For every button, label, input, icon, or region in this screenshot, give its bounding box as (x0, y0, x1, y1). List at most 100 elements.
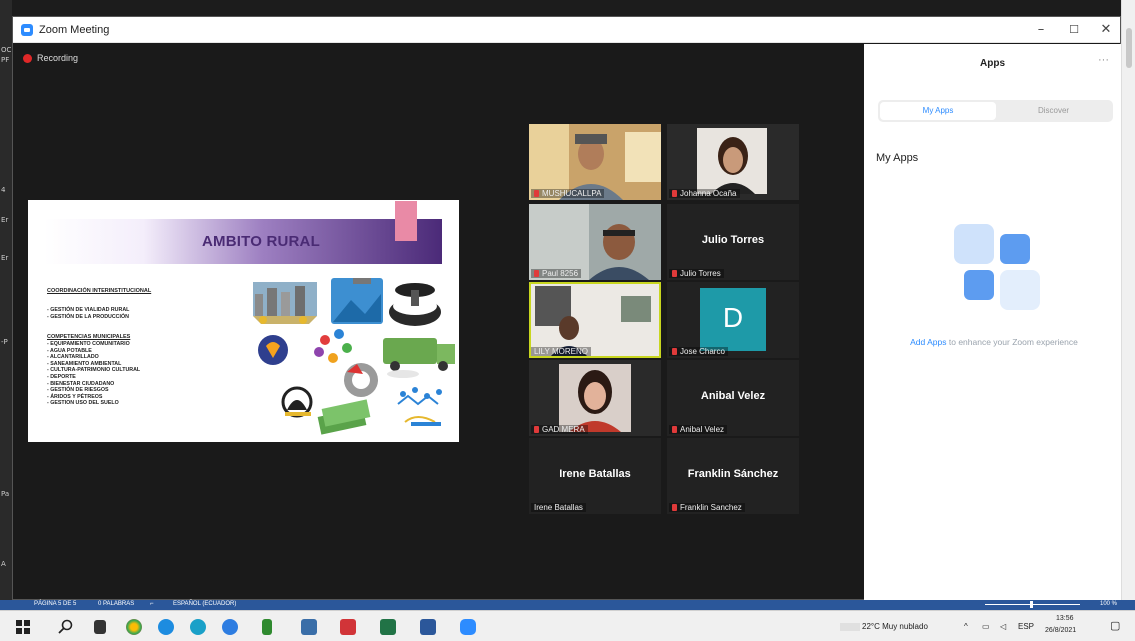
slide-list-1: - GESTIÓN DE VIALIDAD RURAL - GESTIÓN DE… (47, 307, 130, 320)
participant-tile[interactable]: Franklin Sánchez Franklin Sanchez (667, 438, 799, 514)
participant-tile[interactable]: Irene Batallas Irene Batallas (529, 438, 661, 514)
mic-muted-icon (534, 426, 539, 433)
pdf-icon[interactable] (340, 619, 356, 635)
file-explorer-icon[interactable] (94, 620, 106, 634)
tray-chevron-icon[interactable]: ^ (964, 622, 968, 631)
slide-decoration (395, 201, 417, 241)
apps-tab-switcher: My Apps Discover (878, 100, 1113, 122)
recycle-icon (344, 363, 378, 397)
participant-tile[interactable]: Johanna Ocaña (667, 124, 799, 200)
word-icon[interactable] (420, 619, 436, 635)
add-apps-link[interactable]: Add Apps (910, 337, 946, 347)
search-icon[interactable] (58, 619, 74, 635)
more-options-icon[interactable]: ··· (1098, 54, 1109, 66)
background-scrollbar[interactable] (1121, 0, 1135, 600)
window-title: Zoom Meeting (39, 24, 110, 36)
participant-name-label: Paul 8256 (531, 269, 582, 278)
proofing-icon[interactable]: ⌐ (150, 601, 154, 607)
word-status-bar: PÁGINA 5 DE 5 0 PALABRAS ⌐ ESPAÑOL (ECUA… (0, 600, 1135, 610)
edge-browser-icon[interactable] (190, 619, 206, 635)
participant-name: Anibal Velez (700, 390, 766, 402)
clock-time[interactable]: 13:56 (1056, 615, 1074, 622)
volume-icon[interactable]: ◁ (1000, 622, 1006, 631)
chrome-alt-icon[interactable] (222, 619, 238, 635)
participant-name-label: Franklin Sanchez (669, 503, 745, 512)
participant-name-label: Anibal Velez (669, 425, 728, 434)
municipal-logo-icon (404, 416, 441, 426)
sports-people-icon (397, 387, 442, 406)
participant-name-label: LILY MORENO (531, 347, 591, 356)
participant-tile[interactable]: GAD MERA (529, 360, 661, 436)
minimize-button[interactable]: – (1028, 21, 1054, 39)
clock-date[interactable]: 26/8/2021 (1045, 627, 1076, 634)
network-app-icon[interactable] (301, 619, 317, 635)
water-tap-icon (331, 278, 383, 324)
mic-muted-icon (672, 270, 677, 277)
close-button[interactable]: ✕ (1093, 21, 1119, 39)
tab-my-apps[interactable]: My Apps (880, 102, 996, 120)
section-title: My Apps (876, 152, 919, 164)
participant-name-label: Jose Charco (669, 347, 728, 356)
slide-title-banner: AMBITO RURAL (44, 219, 442, 264)
zoom-slider-knob[interactable] (1030, 601, 1033, 608)
slide-heading-2: COMPETENCIAS MUNICIPALES (47, 334, 131, 340)
zoom-app-icon[interactable] (460, 619, 476, 635)
road-illustration-icon (253, 282, 317, 324)
mic-muted-icon (534, 270, 539, 277)
taskbar: 22°C Muy nublado ^ ▭ ◁ ESP 13:56 26/8/20… (0, 610, 1135, 641)
apps-panel-title: Apps (980, 58, 1005, 69)
mic-muted-icon (672, 348, 677, 355)
slide-title: AMBITO RURAL (202, 233, 320, 250)
zoom-level[interactable]: 100 % (1100, 601, 1117, 607)
participant-name: Julio Torres (701, 234, 765, 246)
slide-illustrations (253, 278, 455, 435)
slide-list-2: - EQUIPAMIENTO COMUNITARIO - AGUA POTABL… (47, 341, 141, 407)
tab-discover[interactable]: Discover (996, 102, 1111, 120)
pump-icon (389, 283, 441, 326)
participant-tile[interactable]: Paul 8256 (529, 204, 661, 280)
app-icon[interactable] (262, 619, 272, 635)
mic-muted-icon (672, 504, 677, 511)
participant-tile[interactable]: D Jose Charco (667, 282, 799, 358)
heart-hands-icon (258, 335, 288, 365)
excel-icon[interactable] (380, 619, 396, 635)
weather-text[interactable]: 22°C Muy nublado (862, 622, 928, 631)
apps-panel: Apps ··· My Apps Discover My Apps Add Ap… (864, 44, 1121, 600)
zoom-logo-icon (21, 24, 33, 36)
chrome-icon[interactable] (126, 619, 142, 635)
recording-dot-icon (23, 54, 32, 63)
title-bar: Zoom Meeting – ☐ ✕ (13, 17, 1120, 43)
recording-label: Recording (37, 53, 79, 63)
maximize-button[interactable]: ☐ (1061, 21, 1087, 39)
participant-name: Franklin Sánchez (687, 468, 779, 480)
avatar: D (700, 288, 766, 351)
participant-name-label: Irene Batallas (531, 503, 586, 512)
participant-tile[interactable]: Julio Torres Julio Torres (667, 204, 799, 280)
language-indicator[interactable]: ESPAÑOL (ECUADOR) (173, 601, 236, 607)
mic-muted-icon (672, 190, 677, 197)
notification-icon[interactable]: ▢ (1110, 619, 1120, 632)
background-window-edge: OC PF 4 Er Er -P Pa A (0, 0, 12, 600)
participant-name-label: MUSHUCALLPA (531, 189, 605, 198)
slide-heading: COORDINACIÓN INTERINSTITUCIONAL (47, 288, 152, 294)
participant-name: Irene Batallas (559, 468, 631, 480)
edge-icon[interactable] (158, 619, 174, 635)
participant-tile[interactable]: Anibal Velez Anibal Velez (667, 360, 799, 436)
empty-apps-illustration-icon (954, 224, 1040, 310)
language-indicator[interactable]: ESP (1018, 622, 1034, 631)
page-count[interactable]: PÁGINA 5 DE 5 (34, 601, 76, 607)
participant-tile-active-speaker[interactable]: LILY MORENO (529, 282, 661, 358)
windows-start-icon[interactable] (16, 620, 30, 634)
participant-tile[interactable]: MUSHUCALLPA (529, 124, 661, 200)
garbage-truck-icon (383, 338, 455, 378)
mic-muted-icon (672, 426, 677, 433)
word-count[interactable]: 0 PALABRAS (98, 601, 134, 607)
mic-muted-icon (534, 190, 539, 197)
participant-name-label: GAD MERA (531, 425, 588, 434)
heritage-arch-icon (281, 386, 313, 418)
money-icon (317, 399, 371, 435)
zoom-window: Zoom Meeting – ☐ ✕ Recording AMBITO RURA… (12, 16, 1121, 600)
network-icon[interactable]: ▭ (982, 622, 990, 631)
weather-icon[interactable] (840, 623, 860, 631)
participant-name-label: Johanna Ocaña (669, 189, 740, 198)
